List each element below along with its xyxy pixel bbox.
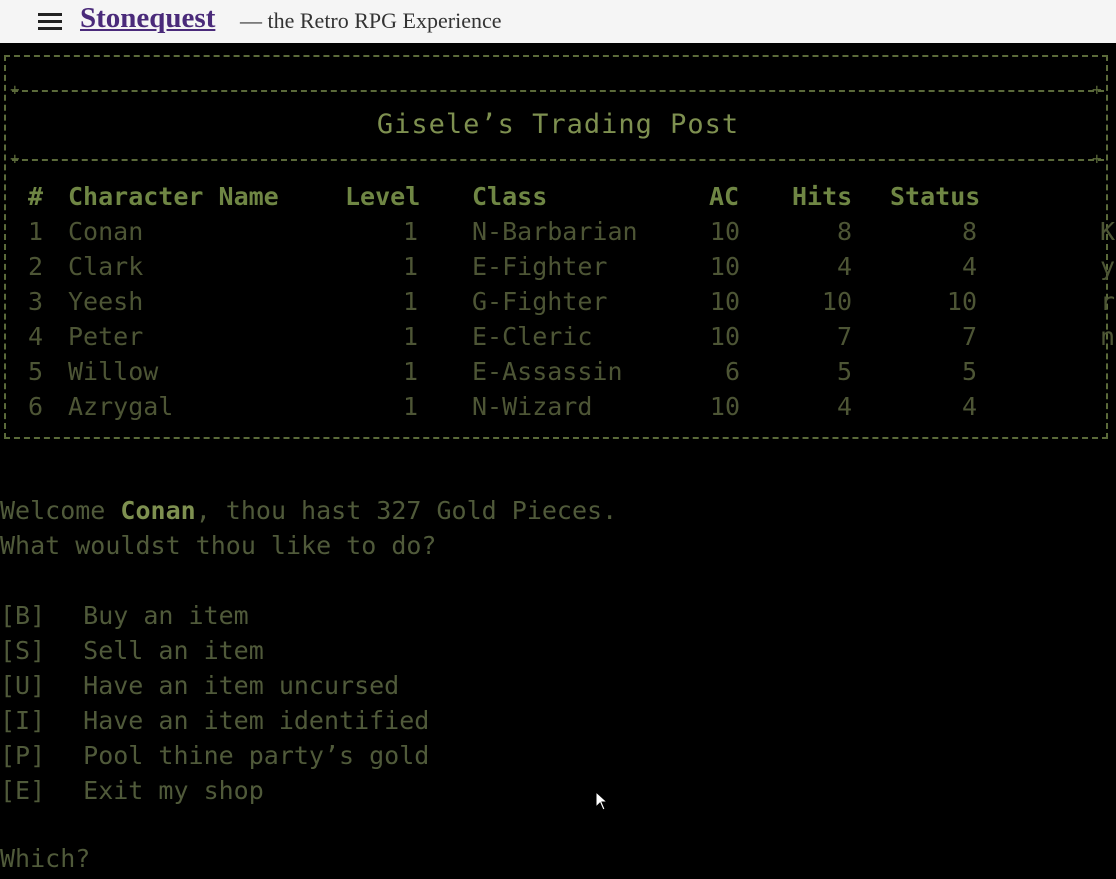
- hamburger-menu-icon[interactable]: [38, 13, 62, 31]
- col-header-hits: Hits: [792, 182, 853, 211]
- row-name: Conan: [68, 217, 144, 246]
- game-terminal[interactable]: + + + + Gisele’s Trading Post # Characte…: [0, 43, 1116, 879]
- row-level: 1: [402, 217, 418, 246]
- row-class: E-Cleric: [472, 322, 593, 351]
- menu-option-exit[interactable]: [E] Exit my shop: [0, 775, 264, 807]
- menu-key: [I]: [0, 706, 46, 735]
- row-class: N-Wizard: [472, 392, 593, 421]
- row-num: 1: [28, 217, 44, 246]
- row-num: 3: [28, 287, 44, 316]
- menu-label: Have an item identified: [83, 706, 430, 735]
- row-num: 2: [28, 252, 44, 281]
- row-ac: 10: [709, 217, 740, 246]
- frame-corner: +: [1092, 149, 1102, 168]
- top-bar: Stonequest — the Retro RPG Experience: [0, 0, 1116, 43]
- row-name: Azrygal: [68, 392, 174, 421]
- menu-option-buy[interactable]: [B] Buy an item: [0, 600, 249, 632]
- row-hits: 7: [836, 322, 852, 351]
- mouse-cursor-icon: [595, 791, 609, 811]
- row-level: 1: [402, 392, 418, 421]
- row-status: 5: [961, 357, 977, 386]
- col-header-num: #: [28, 182, 44, 211]
- row-level: 1: [402, 322, 418, 351]
- menu-option-pool-gold[interactable]: [P] Pool thine party’s gold: [0, 740, 429, 772]
- menu-option-uncurse[interactable]: [U] Have an item uncursed: [0, 670, 399, 702]
- row-hits: 8: [836, 217, 852, 246]
- row-class: E-Fighter: [472, 252, 608, 281]
- frame-corner: +: [10, 80, 20, 99]
- menu-label: Pool thine party’s gold: [83, 741, 430, 770]
- row-hits: 4: [836, 392, 852, 421]
- row-hits: 4: [836, 252, 852, 281]
- row-level: 1: [402, 252, 418, 281]
- row-extra: r: [1100, 287, 1116, 316]
- row-name: Yeesh: [68, 287, 144, 316]
- row-name: Willow: [68, 357, 159, 386]
- row-class: N-Barbarian: [472, 217, 638, 246]
- row-ac: 10: [709, 322, 740, 351]
- menu-key: [P]: [0, 741, 46, 770]
- welcome-message: Welcome Conan, thou hast 327 Gold Pieces…: [0, 495, 617, 527]
- question-text: What wouldst thou like to do?: [0, 531, 437, 560]
- row-ac: 10: [709, 287, 740, 316]
- row-hits: 10: [821, 287, 852, 316]
- brand-link[interactable]: Stonequest: [80, 2, 215, 35]
- row-class: G-Fighter: [472, 287, 608, 316]
- menu-label: Sell an item: [83, 636, 264, 665]
- menu-key: [E]: [0, 776, 46, 805]
- row-num: 6: [28, 392, 44, 421]
- welcome-character-name: Conan: [120, 496, 196, 525]
- row-status: 7: [961, 322, 977, 351]
- menu-key: [B]: [0, 601, 46, 630]
- tagline: — the Retro RPG Experience: [240, 8, 502, 33]
- row-status: 10: [946, 287, 977, 316]
- input-prompt[interactable]: Which?: [0, 843, 90, 875]
- welcome-prefix: Welcome: [0, 496, 121, 525]
- row-num: 5: [28, 357, 44, 386]
- col-header-name: Character Name: [68, 182, 279, 211]
- row-num: 4: [28, 322, 44, 351]
- menu-option-identify[interactable]: [I] Have an item identified: [0, 705, 429, 737]
- row-level: 1: [402, 287, 418, 316]
- menu-label: Exit my shop: [83, 776, 264, 805]
- welcome-suffix: , thou hast 327 Gold Pieces.: [195, 496, 618, 525]
- row-extra: n: [1100, 322, 1116, 351]
- menu-label: Have an item uncursed: [83, 671, 400, 700]
- frame-divider-top: [12, 90, 1104, 92]
- row-extra: y: [1100, 252, 1116, 281]
- col-header-ac: AC: [709, 182, 740, 211]
- menu-label: Buy an item: [83, 601, 249, 630]
- row-level: 1: [402, 357, 418, 386]
- row-class: E-Assassin: [472, 357, 623, 386]
- col-header-level: Level: [345, 182, 421, 211]
- col-header-class: Class: [472, 182, 548, 211]
- row-ac: 10: [709, 252, 740, 281]
- frame-corner: +: [1092, 80, 1102, 99]
- row-ac: 6: [724, 357, 740, 386]
- frame-corner: +: [10, 149, 20, 168]
- row-name: Peter: [68, 322, 144, 351]
- menu-option-sell[interactable]: [S] Sell an item: [0, 635, 264, 667]
- row-status: 4: [961, 252, 977, 281]
- row-status: 4: [961, 392, 977, 421]
- col-header-status: Status: [890, 182, 981, 211]
- row-status: 8: [961, 217, 977, 246]
- row-ac: 10: [709, 392, 740, 421]
- menu-key: [S]: [0, 636, 46, 665]
- shop-title: Gisele’s Trading Post: [376, 109, 740, 140]
- row-name: Clark: [68, 252, 144, 281]
- menu-key: [U]: [0, 671, 46, 700]
- frame-divider-bottom: [12, 159, 1104, 161]
- row-extra: K: [1100, 217, 1116, 246]
- row-hits: 5: [836, 357, 852, 386]
